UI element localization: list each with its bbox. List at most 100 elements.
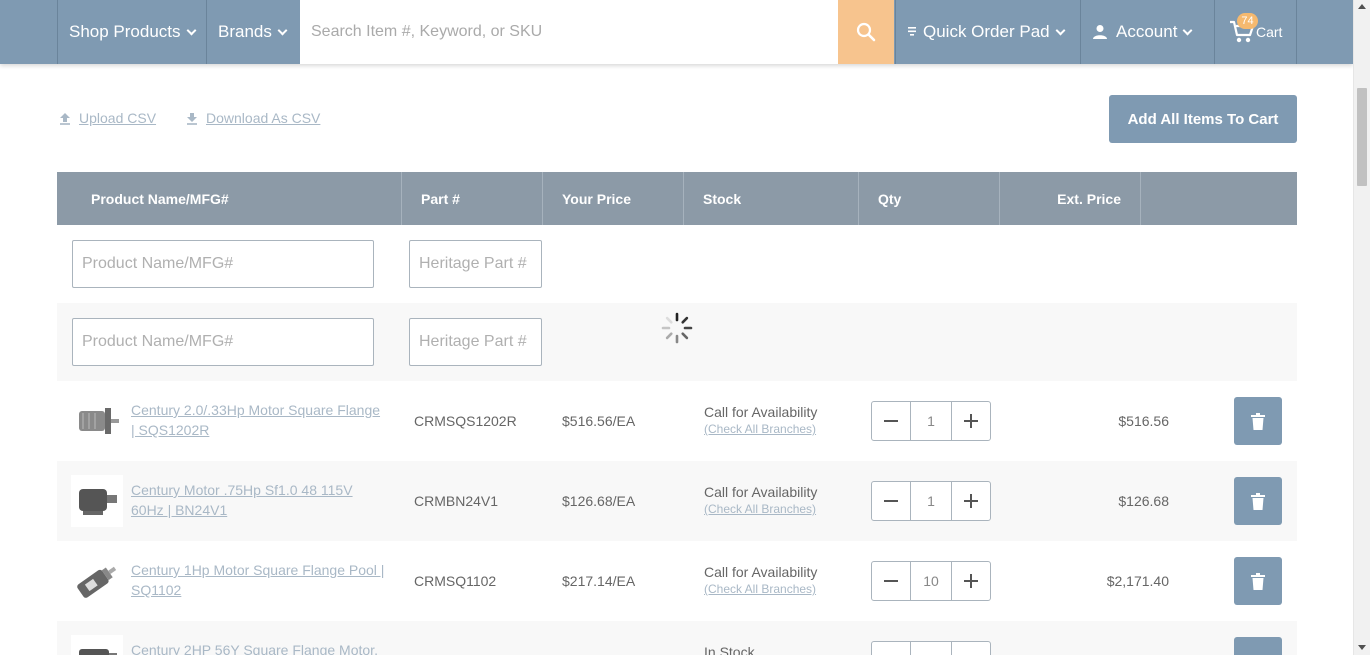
loading-spinner-icon [661,312,693,344]
decrease-qty-button[interactable] [872,482,911,520]
chevron-down-icon [186,25,196,35]
check-branches-link[interactable]: (Check All Branches) [704,582,817,596]
search-placeholder: Search Item #, Keyword, or SKU [311,23,543,40]
download-csv-link[interactable]: Download As CSV [186,110,320,126]
page: Shop Products Brands Search Item #, Keyw… [0,0,1370,655]
product-name-link[interactable]: Century Motor .75Hp Sf1.0 48 115V 60Hz |… [131,480,386,520]
stock-status: Call for Availability (Check All Branche… [704,564,817,596]
plus-icon [964,494,978,508]
extended-price: $516.56 [1118,413,1169,429]
extended-price: $126.68 [1118,493,1169,509]
product-name-link[interactable]: Century 2HP 56Y Square Flange Motor, [131,640,386,655]
upload-icon [60,112,70,125]
download-csv-label: Download As CSV [206,110,321,126]
search-button[interactable] [838,0,894,64]
quantity-input[interactable]: 1 [911,482,951,520]
column-header-stock: Stock [684,172,859,225]
plus-icon [964,414,978,428]
part-number-placeholder: Heritage Part # [419,333,527,350]
list-icon [908,27,916,36]
table-row: Century Motor .75Hp Sf1.0 48 115V 60Hz |… [57,461,1297,541]
brands-label: Brands [218,22,272,41]
product-thumbnail[interactable] [71,395,123,447]
quick-entry-row: Product Name/MFG# Heritage Part # [57,225,1297,303]
quantity-input[interactable]: 1 [911,402,951,440]
minus-icon [884,420,898,422]
check-branches-link[interactable]: (Check All Branches) [704,422,817,436]
minus-icon [884,580,898,582]
minus-icon [884,500,898,502]
quantity-stepper [871,641,991,655]
part-number: CRMSQS1202R [414,413,517,429]
stock-status: Call for Availability (Check All Branche… [704,484,817,516]
decrease-qty-button[interactable] [872,642,911,655]
delete-item-button[interactable] [1234,637,1282,655]
cart-label: Cart [1256,24,1283,40]
scroll-thumb[interactable] [1357,88,1367,186]
check-branches-link[interactable]: (Check All Branches) [704,502,817,516]
plus-icon [964,574,978,588]
quick-order-pad-menu[interactable]: Quick Order Pad [895,0,1081,64]
product-thumbnail[interactable] [71,635,123,655]
add-all-to-cart-button[interactable]: Add All Items To Cart [1109,95,1297,143]
product-name-link[interactable]: Century 2.0/.33Hp Motor Square Flange | … [131,400,386,440]
account-label: Account [1116,22,1178,41]
increase-qty-button[interactable] [951,642,990,655]
chevron-down-icon [277,25,288,35]
product-thumbnail[interactable] [71,555,123,607]
product-name-placeholder: Product Name/MFG# [82,255,234,272]
stock-text: Call for Availability [704,484,818,500]
decrease-qty-button[interactable] [872,402,911,440]
chevron-down-icon [1182,25,1193,35]
table-row: Century 2.0/.33Hp Motor Square Flange | … [57,381,1297,461]
product-name-placeholder: Product Name/MFG# [82,333,234,350]
part-number-input[interactable]: Heritage Part # [409,240,542,288]
chevron-down-icon [1055,25,1066,35]
download-icon [187,112,197,125]
cart-count-badge: 74 [1237,13,1258,29]
upload-csv-link[interactable]: Upload CSV [59,110,156,126]
decrease-qty-button[interactable] [872,562,911,600]
product-thumbnail[interactable] [71,475,123,527]
unit-price: $126.68/EA [562,493,636,509]
increase-qty-button[interactable] [951,402,990,440]
scroll-up-icon[interactable] [1358,4,1366,9]
stock-text: Call for Availability [704,404,818,420]
unit-price: $516.56/EA [562,413,636,429]
stock-status: Call for Availability (Check All Branche… [704,404,817,436]
trash-icon [1251,572,1265,590]
product-name-link[interactable]: Century 1Hp Motor Square Flange Pool | S… [131,560,386,600]
account-menu[interactable]: Account [1080,0,1215,64]
page-scrollbar[interactable] [1353,0,1370,655]
product-name-input[interactable]: Product Name/MFG# [72,240,374,288]
stock-status: In Stock [704,644,755,655]
trash-icon [1251,412,1265,430]
extended-price: $2,171.40 [1106,573,1169,589]
stock-text: In Stock [704,644,755,655]
upload-csv-label: Upload CSV [79,110,157,126]
search-input[interactable]: Search Item #, Keyword, or SKU [300,0,838,64]
quantity-input[interactable]: 10 [911,562,951,600]
part-number: CRMBN24V1 [414,493,499,509]
quantity-stepper: 1 [871,401,991,441]
quantity-stepper: 1 [871,481,991,521]
increase-qty-button[interactable] [951,562,990,600]
column-header-product: Product Name/MFG# [57,172,402,225]
part-number-input[interactable]: Heritage Part # [409,318,542,366]
scroll-down-icon[interactable] [1358,645,1366,650]
column-header-qty: Qty [859,172,1000,225]
product-name-input[interactable]: Product Name/MFG# [72,318,374,366]
table-row: Century 2HP 56Y Square Flange Motor, In … [57,621,1297,655]
header-bar: Shop Products Brands Search Item #, Keyw… [0,0,1353,64]
column-header-ext-price: Ext. Price [1000,172,1141,225]
user-icon [1093,25,1107,39]
part-number-placeholder: Heritage Part # [419,255,527,272]
shop-products-menu[interactable]: Shop Products [57,0,207,64]
brands-menu[interactable]: Brands [206,0,301,64]
delete-item-button[interactable] [1234,397,1282,445]
delete-item-button[interactable] [1234,477,1282,525]
cart-button[interactable]: Cart [1214,0,1297,64]
quantity-stepper: 10 [871,561,991,601]
delete-item-button[interactable] [1234,557,1282,605]
increase-qty-button[interactable] [951,482,990,520]
